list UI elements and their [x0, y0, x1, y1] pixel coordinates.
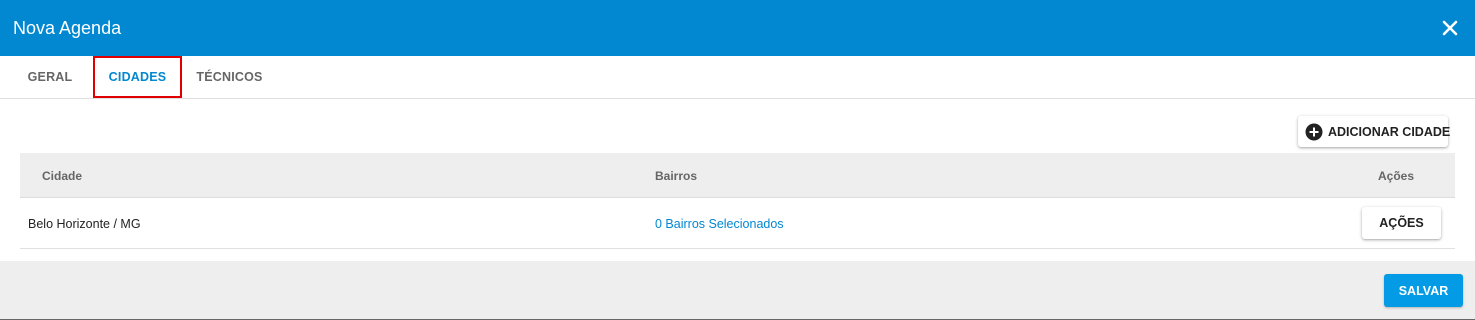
column-header-bairros: Bairros — [655, 168, 698, 183]
add-city-label: ADICIONAR CIDADE — [1328, 124, 1451, 139]
save-button[interactable]: SALVAR — [1384, 274, 1463, 307]
acoes-button[interactable]: AÇÕES — [1362, 207, 1441, 239]
modal-footer: SALVAR — [0, 261, 1475, 320]
tab-tecnicos[interactable]: TÉCNICOS — [196, 56, 262, 98]
table-row: Belo Horizonte / MG 0 Bairros Selecionad… — [20, 198, 1455, 249]
column-header-cidade: Cidade — [42, 168, 83, 183]
column-header-acoes: Ações — [1378, 168, 1415, 183]
bairros-link[interactable]: 0 Bairros Selecionados — [655, 198, 784, 249]
modal-header: Nova Agenda — [0, 0, 1475, 56]
close-icon[interactable] — [1439, 17, 1461, 39]
add-city-button[interactable]: ADICIONAR CIDADE — [1298, 116, 1451, 147]
cell-cidade: Belo Horizonte / MG — [28, 216, 141, 231]
table-header: Cidade Bairros Ações — [20, 153, 1455, 198]
tab-geral[interactable]: GERAL — [28, 56, 73, 98]
plus-circle-icon — [1305, 123, 1323, 141]
cities-table: Cidade Bairros Ações Belo Horizonte / MG… — [20, 153, 1455, 249]
tab-cidades[interactable]: CIDADES — [93, 56, 182, 98]
modal-title: Nova Agenda — [13, 17, 122, 38]
tab-bar: GERAL CIDADES TÉCNICOS — [0, 56, 1475, 99]
nova-agenda-modal: Nova Agenda GERAL CIDADES TÉCNICOS ADICI… — [0, 0, 1475, 320]
